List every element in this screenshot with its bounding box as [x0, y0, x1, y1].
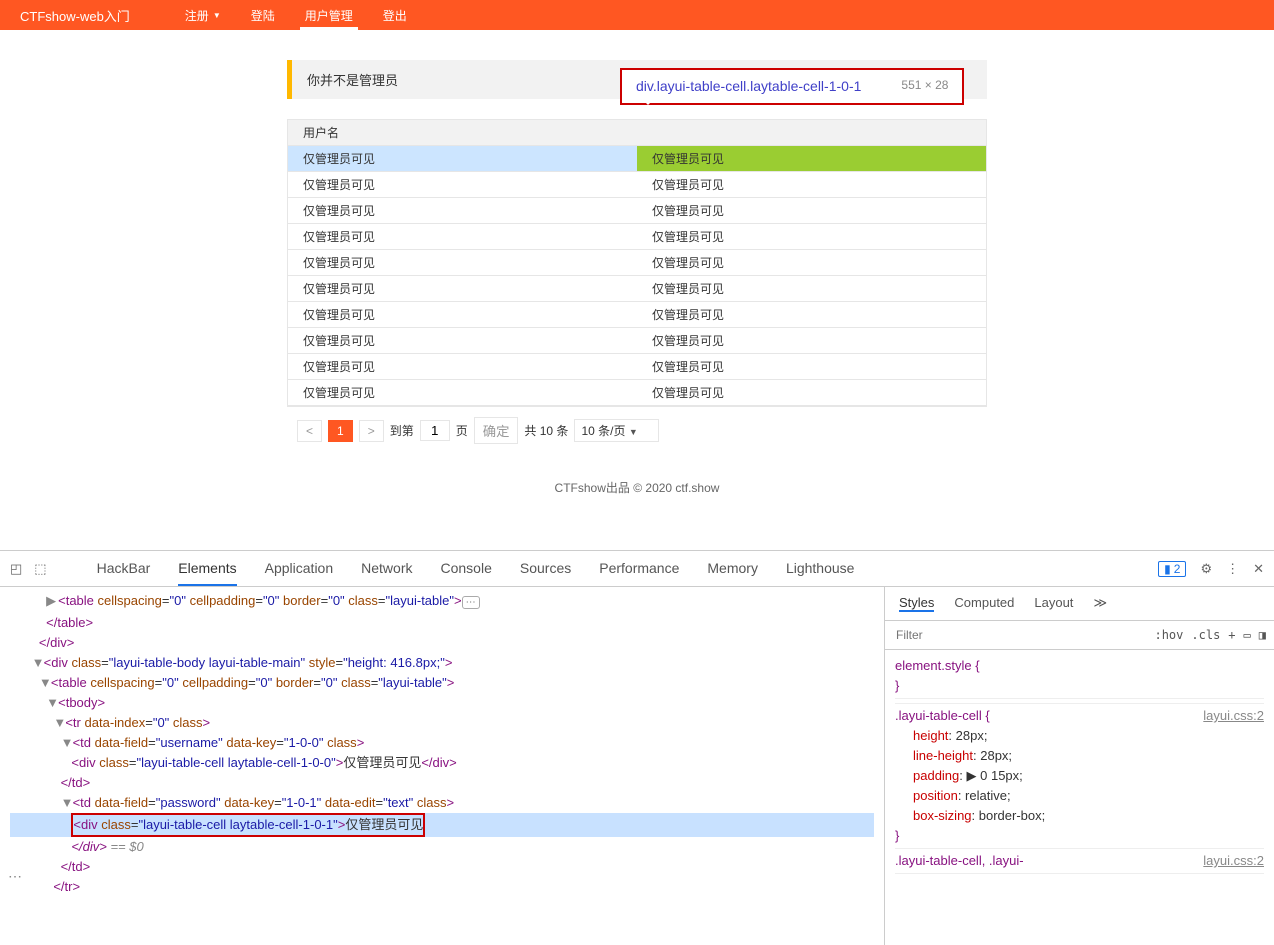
inspect-tooltip: div.layui-table-cell.laytable-cell-1-0-1… [620, 68, 964, 105]
inspect-icon[interactable]: ◰ [10, 561, 22, 577]
styles-panel: StylesComputedLayout≫ :hov .cls + ▭ ◨ el… [884, 587, 1274, 945]
devtab-memory[interactable]: Memory [707, 552, 758, 586]
devtab-sources[interactable]: Sources [520, 552, 571, 586]
per-page-select[interactable]: 10 条/页 ▼ [574, 419, 658, 442]
nav-登陆[interactable]: 登陆 [236, 0, 290, 30]
hov-toggle[interactable]: :hov [1154, 628, 1183, 642]
close-icon[interactable]: ✕ [1253, 561, 1264, 577]
table-row: 仅管理员可见仅管理员可见 [288, 172, 986, 198]
devtab-application[interactable]: Application [265, 552, 334, 586]
styletab-computed[interactable]: Computed [954, 595, 1014, 612]
page-footer: CTFshow出品 © 2020 ctf.show [0, 479, 1274, 496]
goto-confirm[interactable]: 确定 [474, 417, 519, 444]
add-rule[interactable]: + [1228, 628, 1235, 642]
issues-badge[interactable]: ▮ 2 [1158, 561, 1186, 577]
table-row: 仅管理员可见仅管理员可见 [288, 276, 986, 302]
page-input[interactable] [420, 420, 450, 441]
gear-icon[interactable]: ⚙ [1200, 561, 1212, 577]
col-username: 用户名 [288, 120, 986, 146]
devtools-panel: ◰ ⬚ HackBar Elements Application Network Con… [0, 550, 1274, 945]
devtab-performance[interactable]: Performance [599, 552, 679, 586]
pagination: < 1 > 到第 页 确定 共 10 条 10 条/页 ▼ [287, 407, 987, 454]
devtab-console[interactable]: Console [441, 552, 492, 586]
table-row: 仅管理员可见仅管理员可见 [288, 250, 986, 276]
next-page[interactable]: > [359, 420, 384, 442]
box-icon[interactable]: ▭ [1244, 628, 1251, 642]
brand-title: CTFshow-web入门 [20, 6, 130, 25]
styletab-layout[interactable]: Layout [1034, 595, 1073, 612]
styles-filter[interactable] [893, 625, 1146, 645]
device-icon[interactable]: ⬚ [34, 561, 46, 577]
devtab-network[interactable]: Network [361, 552, 412, 586]
cls-toggle[interactable]: .cls [1191, 628, 1220, 642]
prev-page[interactable]: < [297, 420, 322, 442]
table-row: 仅管理员可见仅管理员可见 [288, 380, 986, 406]
nav-注册[interactable]: 注册▼ [170, 0, 236, 30]
nav-登出[interactable]: 登出 [368, 0, 422, 30]
more-tabs-icon[interactable]: ≫ [1093, 595, 1107, 612]
table-row: 仅管理员可见仅管理员可见 [288, 354, 986, 380]
page-1[interactable]: 1 [328, 420, 353, 442]
dom-tree[interactable]: ▶<table cellspacing="0" cellpadding="0" … [0, 587, 884, 945]
app-header: CTFshow-web入门 注册▼登陆用户管理登出 [0, 0, 1274, 30]
devtab-elements[interactable]: Elements [178, 552, 236, 586]
table-row: 仅管理员可见仅管理员可见 [288, 146, 986, 172]
user-table: 用户名 仅管理员可见仅管理员可见仅管理员可见仅管理员可见仅管理员可见仅管理员可见… [287, 119, 987, 407]
table-row: 仅管理员可见仅管理员可见 [288, 198, 986, 224]
panel-icon[interactable]: ◨ [1259, 628, 1266, 642]
table-row: 仅管理员可见仅管理员可见 [288, 328, 986, 354]
overflow-indicator: ⋯ [8, 868, 24, 885]
styletab-styles[interactable]: Styles [899, 595, 934, 612]
devtab-hackbar[interactable]: HackBar [97, 552, 151, 586]
devtab-lighthouse[interactable]: Lighthouse [786, 552, 855, 586]
table-row: 仅管理员可见仅管理员可见 [288, 224, 986, 250]
kebab-icon[interactable]: ⋮ [1226, 561, 1239, 577]
table-row: 仅管理员可见仅管理员可见 [288, 302, 986, 328]
top-nav: 注册▼登陆用户管理登出 [170, 0, 422, 30]
nav-用户管理[interactable]: 用户管理 [290, 0, 368, 30]
